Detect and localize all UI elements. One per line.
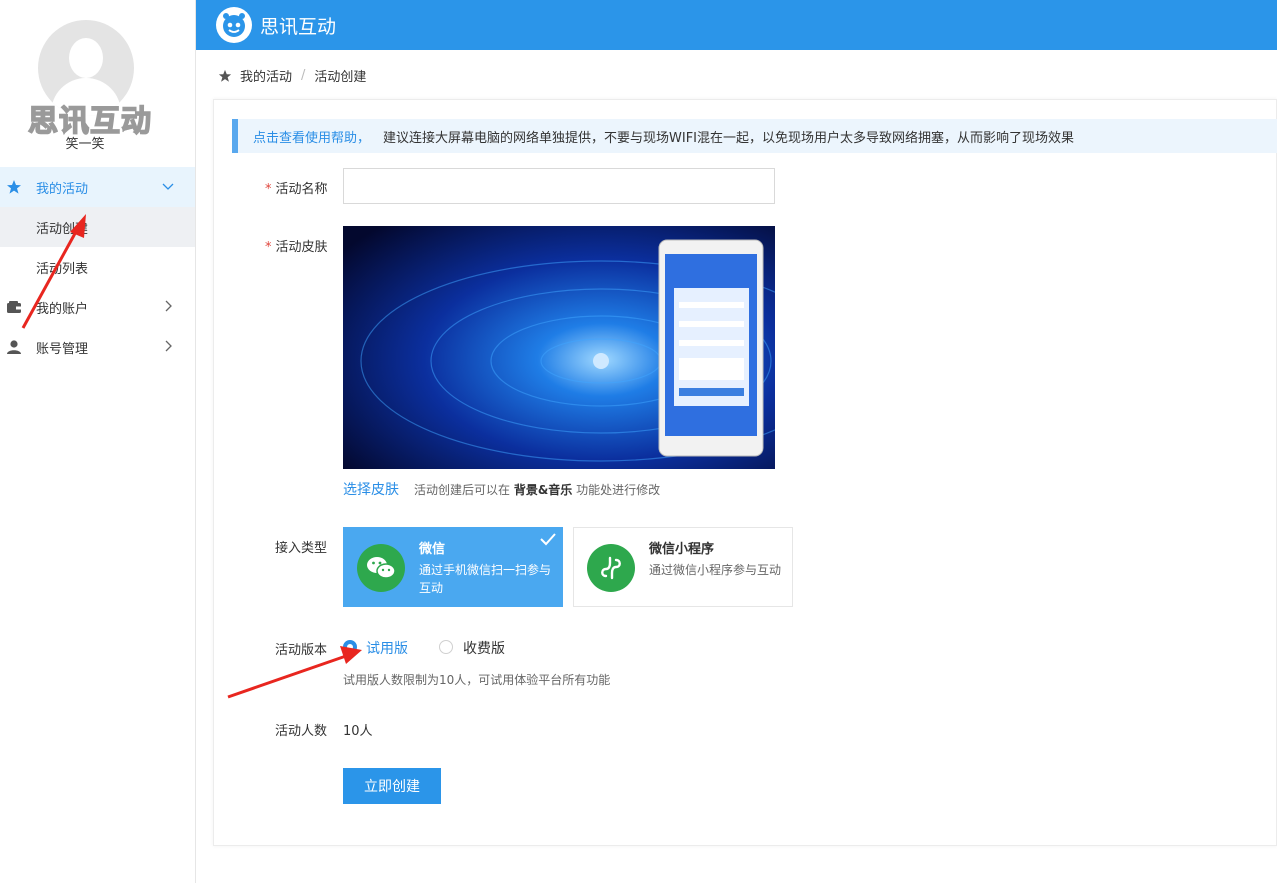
robot-logo-icon: [223, 13, 245, 37]
top-bar: 思讯互动: [196, 0, 1277, 50]
skin-hint-text: 功能处进行修改: [576, 483, 661, 497]
home-star-icon: [218, 69, 232, 82]
chevron-right-icon: [165, 300, 172, 312]
sidebar-item-create-activity[interactable]: 活动创建: [0, 207, 195, 247]
avatar-head-shape: [69, 38, 103, 78]
type-card-wechat[interactable]: 微信 通过手机微信扫一扫参与互动: [343, 527, 563, 607]
sidebar-item-label: 我的活动: [36, 182, 89, 197]
mini-program-icon: [587, 544, 635, 592]
activity-name-input[interactable]: [343, 168, 775, 204]
check-icon: [540, 533, 556, 546]
skin-preview-image: [343, 226, 775, 469]
activity-name-label-text: 活动名称: [275, 182, 328, 197]
type-card-title: 微信: [419, 542, 446, 557]
sidebar-item-my-activities[interactable]: 我的活动: [0, 167, 195, 207]
username: 笑一笑: [65, 137, 105, 152]
breadcrumb-home[interactable]: 我的活动: [240, 66, 292, 85]
help-notice: 点击查看使用帮助， 建议连接大屏幕电脑的网络单独提供，不要与现场WIFI混在一起…: [232, 119, 1277, 153]
wallet-icon: [7, 301, 21, 313]
sidebar-nav: 我的活动 活动创建 活动列表 我的账户 账号管理: [0, 167, 195, 367]
skin-hint-bold: 背景&音乐: [513, 483, 573, 497]
required-mark: *: [265, 240, 272, 255]
type-card-mini-program[interactable]: 微信小程序 通过微信小程序参与互动: [573, 527, 793, 607]
activity-name-label: * 活动名称: [265, 178, 328, 197]
notice-text: 建议连接大屏幕电脑的网络单独提供，不要与现场WIFI混在一起，以免现场用户太多导…: [383, 131, 1075, 146]
choose-skin-link[interactable]: 选择皮肤: [343, 479, 399, 499]
radio-trial-label[interactable]: 试用版: [366, 638, 408, 658]
breadcrumb: 我的活动 / 活动创建: [218, 66, 366, 85]
form-panel: [213, 99, 1277, 846]
sidebar-item-label: 账号管理: [36, 342, 89, 357]
type-card-desc: 通过微信小程序参与互动: [649, 563, 782, 577]
sidebar-item-label: 活动创建: [36, 222, 89, 237]
skin-preview: [343, 226, 775, 469]
required-mark: *: [265, 182, 272, 197]
version-label: 活动版本: [275, 643, 328, 658]
sidebar: 思讯互动 笑一笑 我的活动 活动创建 活动列表 我的账户 账号管理: [0, 0, 196, 883]
skin-hint: 活动创建后可以在 背景&音乐 功能处进行修改: [414, 481, 660, 498]
star-icon: [7, 180, 21, 194]
version-hint: 试用版人数限制为10人，可试用体验平台所有功能: [343, 673, 611, 687]
help-link[interactable]: 点击查看使用帮助，: [253, 127, 370, 146]
logo: [216, 7, 252, 43]
sidebar-item-label: 活动列表: [36, 262, 89, 277]
activity-skin-label: * 活动皮肤: [265, 236, 328, 255]
participant-count-label: 活动人数: [275, 724, 328, 739]
chevron-down-icon: [162, 183, 174, 190]
chevron-right-icon: [165, 340, 172, 352]
sidebar-item-account-management[interactable]: 账号管理: [0, 327, 195, 367]
type-card-title: 微信小程序: [649, 542, 715, 557]
type-card-desc: 通过手机微信扫一扫参与互动: [419, 563, 552, 595]
wechat-icon: [357, 544, 405, 592]
activity-skin-label-text: 活动皮肤: [275, 240, 328, 255]
radio-trial[interactable]: [343, 640, 357, 654]
participant-count-value: 10人: [343, 724, 373, 739]
profile-block: 思讯互动 笑一笑: [0, 0, 196, 160]
app-title: 思讯互动: [260, 16, 337, 38]
sidebar-item-label: 我的账户: [36, 302, 89, 317]
radio-paid[interactable]: [439, 640, 453, 654]
user-icon: [7, 340, 21, 354]
create-now-button[interactable]: 立即创建: [343, 768, 441, 804]
breadcrumb-separator: /: [301, 68, 306, 83]
radio-paid-label[interactable]: 收费版: [463, 638, 505, 658]
sidebar-item-activity-list[interactable]: 活动列表: [0, 247, 195, 287]
skin-hint-text: 活动创建后可以在: [414, 483, 511, 497]
sidebar-item-my-account[interactable]: 我的账户: [0, 287, 195, 327]
access-type-label: 接入类型: [275, 541, 328, 556]
app-root: 思讯互动 笑一笑 我的活动 活动创建 活动列表 我的账户 账号管理 思讯互动 我…: [0, 0, 1277, 883]
breadcrumb-current: 活动创建: [314, 70, 367, 85]
